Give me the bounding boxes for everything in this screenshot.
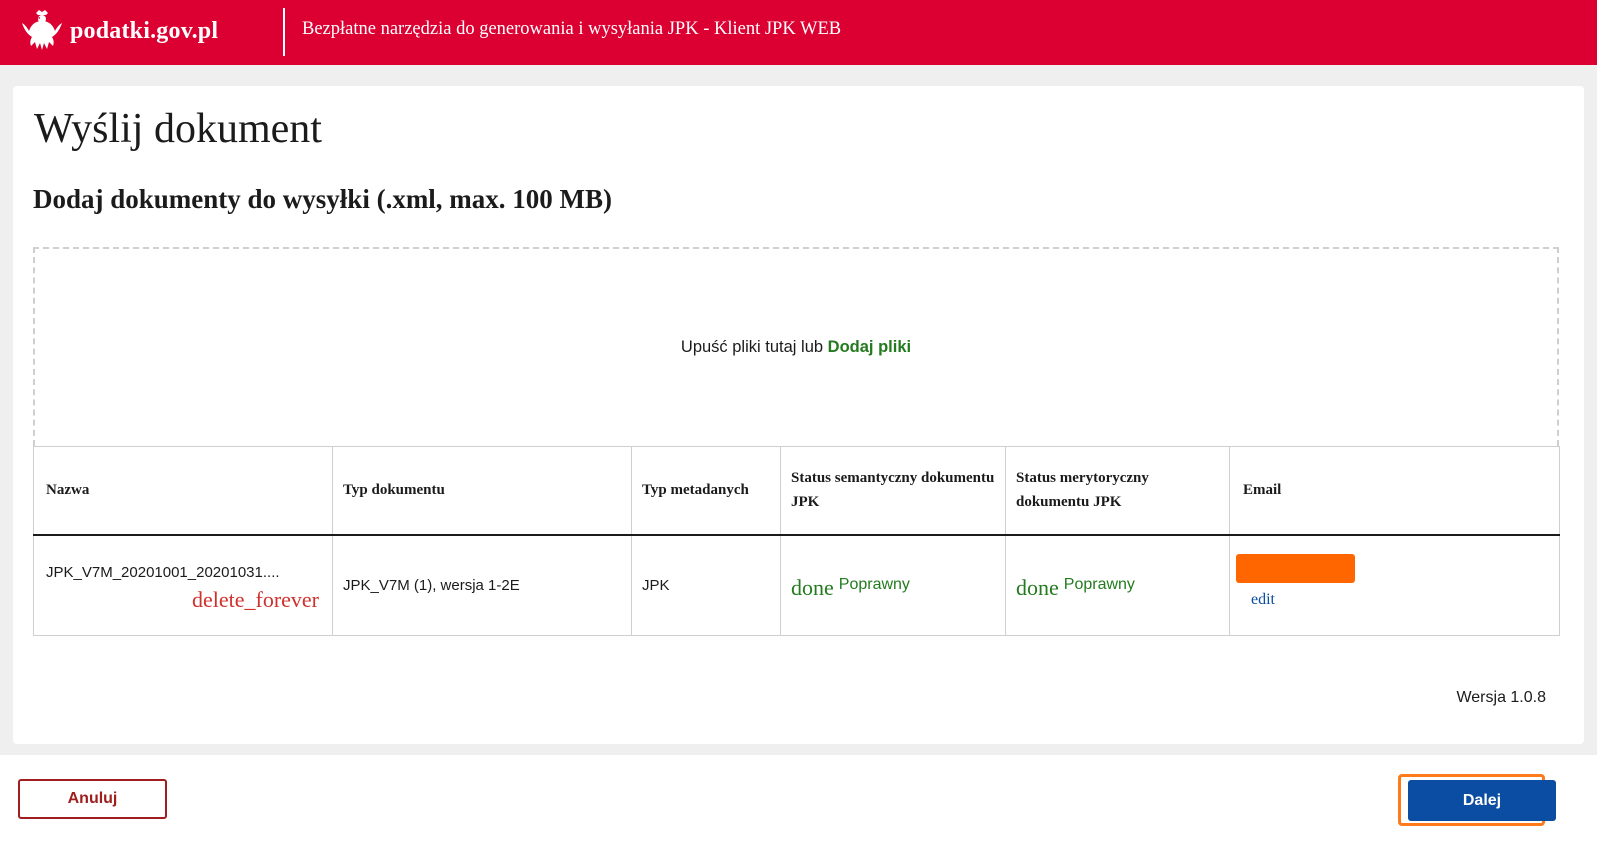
top-bar: podatki.gov.pl Bezpłatne narzędzia do ge…	[0, 0, 1597, 65]
file-name: JPK_V7M_20201001_20201031....	[46, 563, 280, 581]
eagle-emblem-icon	[22, 10, 62, 50]
cancel-button[interactable]: Anuluj	[18, 779, 167, 819]
column-header-nazwa: Nazwa	[33, 446, 333, 536]
column-header-typ-metadanych: Typ metadanych	[631, 446, 781, 536]
documents-table: Nazwa Typ dokumentu Typ metadanych Statu…	[33, 446, 1560, 636]
dropzone-text: Upuść pliki tutaj lub	[680, 338, 824, 356]
cell-email: edit	[1229, 534, 1560, 636]
header-divider	[283, 8, 285, 56]
app-version: Wersja 1.0.8	[1456, 689, 1546, 706]
add-files-link[interactable]: Dodaj pliki	[828, 338, 911, 356]
cell-nazwa: JPK_V7M_20201001_20201031.... delete_for…	[34, 535, 333, 636]
column-header-status-merytoryczny: Status merytoryczny dokumentu JPK	[1005, 446, 1230, 536]
status-semantyczny-label: Poprawny	[838, 576, 910, 594]
done-icon: done	[1016, 575, 1059, 601]
cell-typ-metadanych: JPK	[631, 534, 781, 636]
status-semantyczny: done Poprawny	[791, 569, 995, 601]
table-header-row: Nazwa Typ dokumentu Typ metadanych Statu…	[33, 446, 1560, 536]
column-header-email: Email	[1229, 446, 1560, 536]
logo-text: podatki.gov.pl	[70, 17, 219, 44]
next-button[interactable]: Dalej	[1408, 780, 1556, 821]
status-merytoryczny-label: Poprawny	[1063, 576, 1135, 594]
dropzone-label: Upuść pliki tutaj lub Dodaj pliki	[681, 338, 911, 357]
cell-status-merytoryczny: done Poprawny	[1005, 534, 1230, 636]
footer-bar: Anuluj Dalej	[0, 755, 1597, 845]
done-icon: done	[791, 575, 834, 601]
page-title: Wyślij dokument	[34, 106, 322, 152]
column-header-status-semantyczny: Status semantyczny dokumentu JPK	[780, 446, 1006, 536]
status-merytoryczny: done Poprawny	[1016, 569, 1219, 601]
cell-status-semantyczny: done Poprawny	[780, 534, 1006, 636]
delete-forever-icon[interactable]: delete_forever	[192, 587, 319, 613]
logo[interactable]: podatki.gov.pl	[22, 8, 218, 54]
email-redacted-value	[1236, 553, 1355, 583]
column-header-typ-dokumentu: Typ dokumentu	[332, 446, 632, 536]
page-subtitle: Dodaj dokumenty do wysyłki (.xml, max. 1…	[33, 184, 613, 214]
edit-email-link[interactable]: edit	[1251, 591, 1275, 609]
table-row: JPK_V7M_20201001_20201031.... delete_for…	[34, 534, 1560, 636]
file-dropzone[interactable]: Upuść pliki tutaj lub Dodaj pliki	[33, 247, 1559, 446]
header-title: Bezpłatne narzędzia do generowania i wys…	[302, 19, 842, 39]
main-card: Wyślij dokument Dodaj dokumenty do wysył…	[13, 86, 1584, 744]
cell-typ-dokumentu: JPK_V7M (1), wersja 1-2E	[332, 534, 632, 636]
